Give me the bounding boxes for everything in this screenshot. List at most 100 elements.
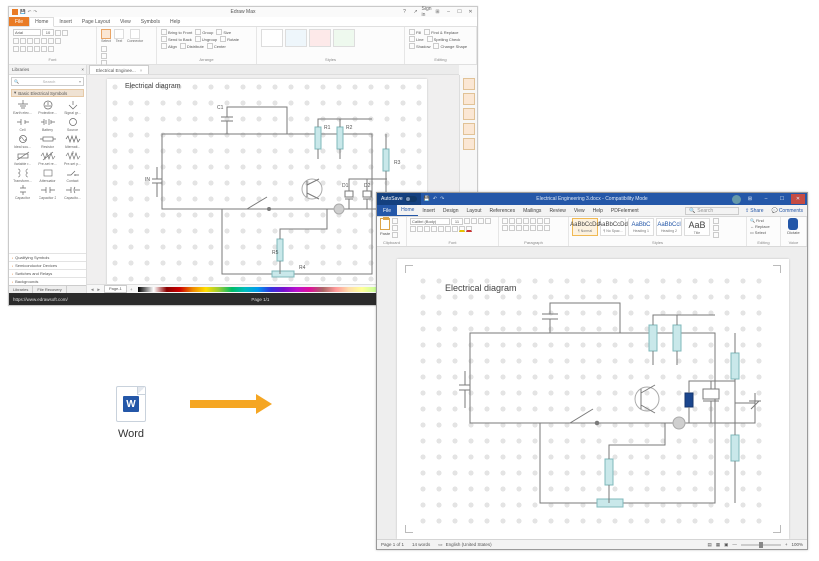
close-button[interactable]: ✕ [791, 194, 805, 204]
rotate-button[interactable]: Rotate [220, 36, 239, 42]
cut-icon[interactable] [392, 218, 398, 224]
shading-icon[interactable] [537, 225, 543, 231]
inc-indent-icon[interactable] [530, 218, 536, 224]
tab-insert[interactable]: Insert [54, 17, 77, 26]
spelling-button[interactable]: Spelling Check [427, 36, 461, 42]
view-read-icon[interactable]: ▤ [708, 542, 712, 548]
fill-button[interactable]: Fill [409, 29, 421, 35]
file-tab[interactable]: File [377, 205, 397, 216]
bullets-icon[interactable] [41, 46, 47, 52]
symbol-preset-r[interactable]: Pre-set re... [36, 151, 59, 166]
tab-insert[interactable]: Insert [418, 205, 439, 216]
change-shape-button[interactable]: Change Shape [433, 43, 467, 49]
highlight-icon[interactable] [48, 38, 54, 44]
document-tab[interactable]: Electrical Enginee...× [89, 65, 149, 74]
italic-icon[interactable] [417, 226, 423, 232]
close-panel-icon[interactable]: × [81, 67, 84, 72]
symbol-contact[interactable]: Contact [61, 168, 84, 183]
user-avatar[interactable] [732, 195, 741, 204]
dictate-button[interactable]: Dictate [787, 218, 799, 235]
format-line-icon[interactable] [463, 93, 475, 105]
strike-icon[interactable] [431, 226, 437, 232]
style-heading-2[interactable]: AaBbCclHeading 2 [656, 218, 682, 236]
library-search[interactable]: 🔍Search▾ [11, 77, 84, 86]
share-button[interactable]: ⇪Share [741, 205, 768, 216]
tab-view[interactable]: View [570, 205, 589, 216]
bullets-icon[interactable] [502, 218, 508, 224]
line-spacing-icon[interactable] [34, 46, 40, 52]
symbol-battery[interactable]: Battery [36, 117, 59, 132]
styles-up-icon[interactable] [713, 218, 719, 224]
tab-libraries[interactable]: Libraries [9, 286, 33, 293]
font-name-input[interactable]: Calibri (Body) [410, 218, 450, 225]
prev-page-icon[interactable]: ◄ [90, 287, 94, 292]
styles-more-icon[interactable] [713, 232, 719, 238]
symbol-var-r[interactable]: Variable r... [11, 151, 34, 166]
symbol-transformer[interactable]: Transform... [11, 168, 34, 183]
distribute-button[interactable]: Distribute [180, 43, 204, 49]
ungroup-button[interactable]: Ungroup [195, 36, 217, 42]
page-tab[interactable]: Page-1 [104, 285, 127, 293]
cat-qualifying[interactable]: Qualifying Symbols [9, 253, 86, 261]
center-button[interactable]: Center [207, 43, 226, 49]
format-text-icon[interactable] [463, 108, 475, 120]
align-right-icon[interactable] [516, 225, 522, 231]
symbol-resistor[interactable]: Resistor [36, 134, 59, 149]
style-preset[interactable] [261, 29, 283, 47]
symbol-alternating[interactable]: Alternati... [61, 134, 84, 149]
find-replace-button[interactable]: Find & Replace [424, 29, 458, 35]
tab-mailings[interactable]: Mailings [519, 205, 545, 216]
ribbon-options-icon[interactable]: ⊞ [743, 194, 757, 204]
undo-icon[interactable]: ↶ [433, 196, 437, 202]
view-web-icon[interactable]: ▣ [724, 542, 728, 548]
help-icon[interactable]: ? [400, 9, 409, 16]
select-button[interactable]: ▭Select [750, 230, 766, 235]
style-heading-1[interactable]: AaBbCHeading 1 [628, 218, 654, 236]
format-fill-icon[interactable] [463, 78, 475, 90]
status-page[interactable]: Page 1 of 1 [381, 542, 404, 547]
symbol-capacitor-2[interactable]: Capacitor 2 [36, 185, 59, 200]
superscript-icon[interactable] [445, 226, 451, 232]
copy-icon[interactable] [392, 225, 398, 231]
file-tab[interactable]: File [9, 17, 29, 26]
cat-switches[interactable]: Switches and Relays [9, 269, 86, 277]
tab-page-layout[interactable]: Page Layout [77, 17, 115, 26]
status-words[interactable]: 14 words [412, 542, 430, 547]
cat-backgrounds[interactable]: Backgrounds [9, 277, 86, 285]
maximize-icon[interactable]: ⊞ [433, 9, 442, 16]
shadow-button[interactable]: Shadow [409, 43, 430, 49]
symbol-capacitor[interactable]: Capacitor [11, 185, 34, 200]
select-tool[interactable] [101, 29, 111, 39]
show-marks-icon[interactable] [544, 218, 550, 224]
multilevel-icon[interactable] [516, 218, 522, 224]
minimize-button[interactable]: – [759, 194, 773, 204]
style-preset[interactable] [333, 29, 355, 47]
minimize-button[interactable]: – [444, 9, 453, 16]
group-button[interactable]: Group [195, 29, 213, 35]
bold-icon[interactable] [13, 38, 19, 44]
format-shadow-icon[interactable] [463, 123, 475, 135]
align-button[interactable]: Align [161, 43, 177, 49]
tab-symbols[interactable]: Symbols [136, 17, 165, 26]
zoom-in-icon[interactable]: + [785, 542, 788, 547]
line-button[interactable]: Line [409, 36, 424, 42]
symbol-source[interactable]: Source [61, 117, 84, 132]
text-effects-icon[interactable] [452, 226, 458, 232]
superscript-icon[interactable] [55, 38, 61, 44]
search-box[interactable]: 🔍Search [685, 207, 739, 215]
tab-references[interactable]: References [486, 205, 520, 216]
symbol-attenuator[interactable]: Attenuator [36, 168, 59, 183]
tab-pdfelement[interactable]: PDFelement [607, 205, 643, 216]
comments-button[interactable]: 💬Comments [768, 205, 807, 216]
styles-down-icon[interactable] [713, 225, 719, 231]
shrink-font-icon[interactable] [62, 30, 68, 36]
highlight-icon[interactable] [459, 226, 465, 232]
status-language[interactable]: English (United States) [446, 542, 492, 547]
line-spacing-icon[interactable] [530, 225, 536, 231]
style-normal[interactable]: AaBbCcDd¶ Normal [572, 218, 598, 236]
style-no-spacing[interactable]: AaBbCcDd¶ No Spac... [600, 218, 626, 236]
tab-home[interactable]: Home [397, 205, 418, 216]
grow-font-icon[interactable] [55, 30, 61, 36]
symbol-preset-p[interactable]: Pre-set p... [61, 151, 84, 166]
symbol-earth[interactable]: Earth elec... [11, 100, 34, 115]
